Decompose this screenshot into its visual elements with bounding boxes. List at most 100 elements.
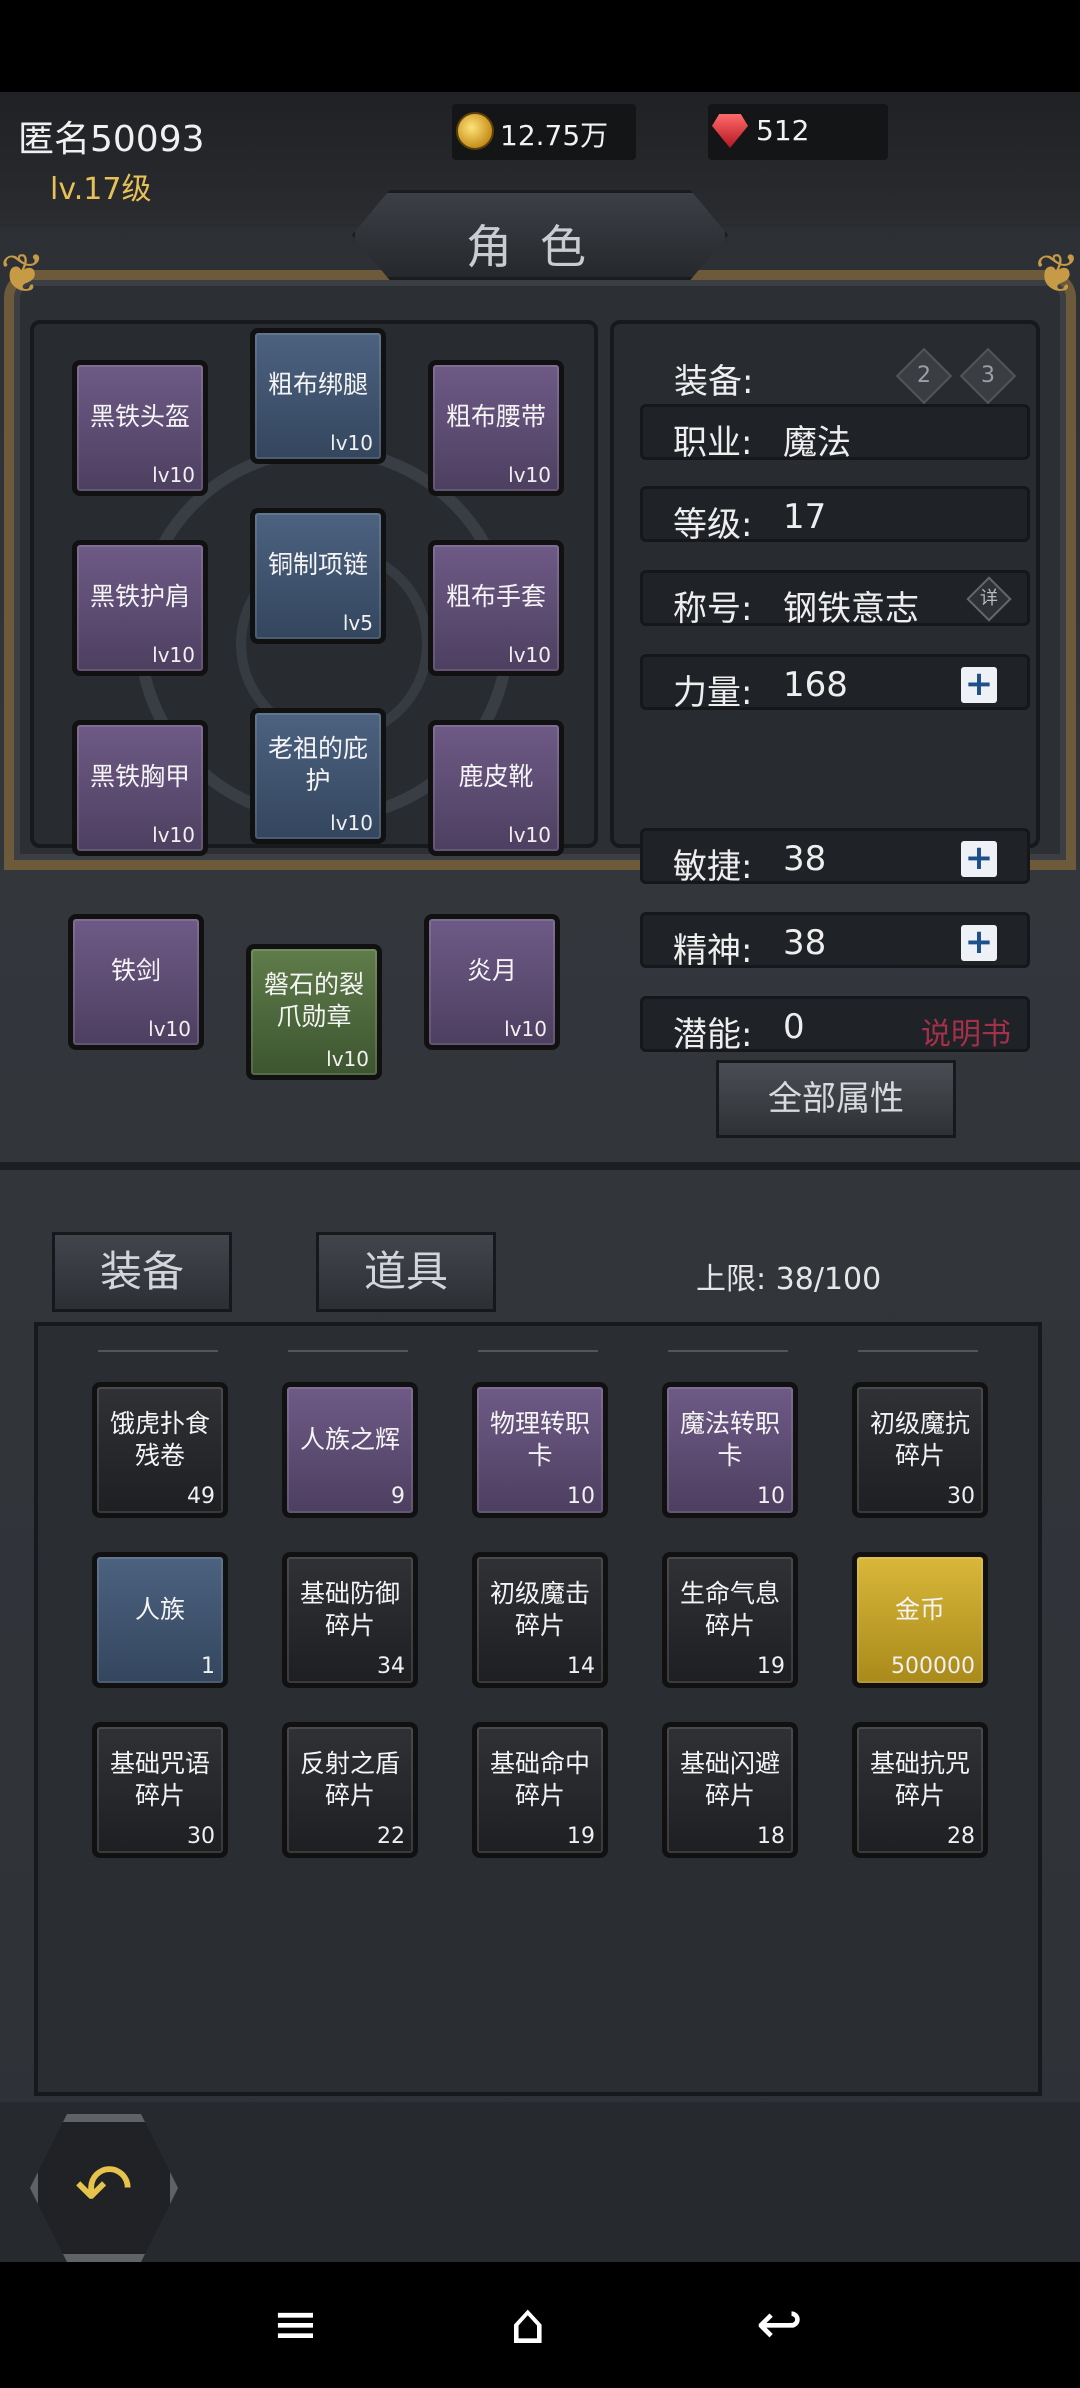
- equip-slot-belt[interactable]: 粗布腰带 lv10: [428, 360, 564, 496]
- equip-level: lv10: [330, 811, 373, 835]
- item-name: 基础闪避碎片: [679, 1749, 780, 1810]
- equip-slot-chest[interactable]: 黑铁胸甲 lv10: [72, 720, 208, 856]
- loadout-3-button[interactable]: 3: [959, 347, 1017, 405]
- title-detail-icon[interactable]: 详: [966, 576, 1012, 622]
- divider: [858, 1350, 978, 1352]
- inventory-item[interactable]: 初级魔抗碎片 30: [852, 1382, 988, 1518]
- equip-level: lv10: [504, 1017, 547, 1041]
- tab-items[interactable]: 道具: [316, 1232, 496, 1312]
- stat-label: 潜能:: [673, 1015, 753, 1055]
- stats-panel: 装备: 2 3 职业: 魔法 等级: 17 称号: 钢铁意志 详 力量: 168…: [610, 320, 1040, 848]
- equip-slot-boots[interactable]: 鹿皮靴 lv10: [428, 720, 564, 856]
- equip-level: lv10: [508, 823, 551, 847]
- item-name: 初级魔击碎片: [489, 1579, 590, 1640]
- home-icon[interactable]: ⌂: [510, 2292, 546, 2357]
- item-name: 魔法转职卡: [679, 1409, 780, 1470]
- divider: [0, 1162, 1080, 1170]
- item-count: 30: [187, 1824, 215, 1849]
- item-name: 基础命中碎片: [489, 1749, 590, 1810]
- stat-spirit: 精神: 38 +: [640, 912, 1030, 971]
- inventory-item[interactable]: 基础防御碎片 34: [282, 1552, 418, 1688]
- inventory-item[interactable]: 基础咒语碎片 30: [92, 1722, 228, 1858]
- equip-name: 黑铁头盔: [89, 402, 190, 431]
- stat-label: 精神:: [673, 931, 753, 971]
- stat-value: 38: [783, 839, 827, 879]
- menu-icon[interactable]: ≡: [272, 2292, 319, 2357]
- equip-slot-necklace[interactable]: 铜制项链 lv5: [250, 508, 386, 644]
- item-count: 10: [757, 1484, 785, 1509]
- stat-value: 17: [783, 497, 827, 537]
- tab-equipment[interactable]: 装备: [52, 1232, 232, 1312]
- loadout-2-button[interactable]: 2: [895, 347, 953, 405]
- stat-value: 魔法: [783, 423, 851, 463]
- equip-slot-legs[interactable]: 粗布绑腿 lv10: [250, 328, 386, 464]
- equip-slot-offhand[interactable]: 炎月 lv10: [424, 914, 560, 1050]
- equip-slot-medal[interactable]: 磐石的裂爪勋章 lv10: [246, 944, 382, 1080]
- item-count: 28: [947, 1824, 975, 1849]
- ornament-right-icon: ❦: [1034, 242, 1080, 305]
- all-attributes-button[interactable]: 全部属性: [716, 1060, 956, 1138]
- stat-title: 称号: 钢铁意志 详: [640, 570, 1030, 629]
- equip-level: lv10: [148, 1017, 191, 1041]
- equip-slot-gloves[interactable]: 粗布手套 lv10: [428, 540, 564, 676]
- item-name: 物理转职卡: [489, 1409, 590, 1470]
- item-name: 基础抗咒碎片: [869, 1749, 970, 1810]
- equip-name: 磐石的裂爪勋章: [263, 970, 364, 1031]
- inventory-item[interactable]: 金币 500000: [852, 1552, 988, 1688]
- add-agility-button[interactable]: +: [961, 841, 997, 877]
- item-count: 18: [757, 1824, 785, 1849]
- inventory-item[interactable]: 基础命中碎片 19: [472, 1722, 608, 1858]
- equip-name: 黑铁胸甲: [89, 762, 190, 791]
- item-name: 金币: [894, 1595, 945, 1624]
- add-strength-button[interactable]: +: [961, 667, 997, 703]
- inventory-item[interactable]: 饿虎扑食残卷 49: [92, 1382, 228, 1518]
- item-name: 生命气息碎片: [679, 1579, 780, 1640]
- equip-level: lv10: [152, 463, 195, 487]
- item-count: 19: [757, 1654, 785, 1679]
- loadout-2-label: 2: [917, 363, 931, 388]
- inventory-item[interactable]: 初级魔击碎片 14: [472, 1552, 608, 1688]
- equip-name: 粗布绑腿: [267, 370, 368, 399]
- back-icon[interactable]: ↩: [756, 2292, 803, 2357]
- stat-label: 敏捷:: [673, 847, 753, 887]
- equip-level: lv10: [508, 643, 551, 667]
- inventory-item[interactable]: 魔法转职卡 10: [662, 1382, 798, 1518]
- divider: [668, 1350, 788, 1352]
- gem-counter[interactable]: 512: [708, 104, 888, 160]
- inventory-item[interactable]: 基础闪避碎片 18: [662, 1722, 798, 1858]
- gold-counter[interactable]: 12.75万: [452, 104, 636, 160]
- back-arrow-icon: ↶: [74, 2148, 134, 2230]
- inventory-item[interactable]: 反射之盾碎片 22: [282, 1722, 418, 1858]
- equip-slot-helmet[interactable]: 黑铁头盔 lv10: [72, 360, 208, 496]
- inventory-item[interactable]: 物理转职卡 10: [472, 1382, 608, 1518]
- stat-label: 称号:: [673, 589, 753, 629]
- stat-level: 等级: 17: [640, 486, 1030, 545]
- inventory-item[interactable]: 人族 1: [92, 1552, 228, 1688]
- inventory-item[interactable]: 基础抗咒碎片 28: [852, 1722, 988, 1858]
- equip-slot-shoulder[interactable]: 黑铁护肩 lv10: [72, 540, 208, 676]
- item-name: 基础防御碎片: [299, 1579, 400, 1640]
- page-title: 角色: [466, 220, 614, 274]
- equip-name: 老祖的庇护: [267, 734, 368, 795]
- stat-label: 等级:: [673, 505, 753, 545]
- equip-loadout-label: 装备:: [674, 362, 754, 402]
- manual-link[interactable]: 说明书: [921, 1009, 1011, 1053]
- player-name: 匿名50093: [18, 119, 205, 160]
- divider: [288, 1350, 408, 1352]
- equip-slot-weapon[interactable]: 铁剑 lv10: [68, 914, 204, 1050]
- item-count: 1: [201, 1654, 215, 1679]
- item-count: 22: [377, 1824, 405, 1849]
- stat-label: 职业:: [673, 423, 753, 463]
- item-name: 人族: [134, 1595, 185, 1624]
- equip-slot-amulet[interactable]: 老祖的庇护 lv10: [250, 708, 386, 844]
- inventory-item[interactable]: 生命气息碎片 19: [662, 1552, 798, 1688]
- equip-level: lv10: [152, 823, 195, 847]
- equipment-panel: 黑铁头盔 lv10 粗布绑腿 lv10 粗布腰带 lv10 黑铁护肩 lv10 …: [30, 320, 598, 856]
- inventory-item[interactable]: 人族之辉 9: [282, 1382, 418, 1518]
- player-level: lv.17级: [50, 172, 152, 207]
- stat-value: 钢铁意志: [783, 589, 919, 629]
- item-count: 30: [947, 1484, 975, 1509]
- gem-icon: [712, 114, 748, 148]
- inventory-capacity: 上限: 38/100: [696, 1262, 882, 1297]
- add-spirit-button[interactable]: +: [961, 925, 997, 961]
